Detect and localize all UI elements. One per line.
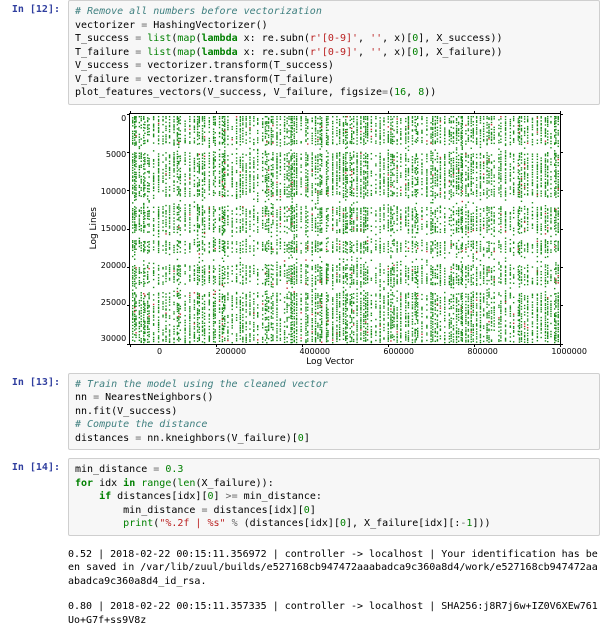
notebook-cell: In [13]:# Train the model using the clea… <box>0 373 600 451</box>
input-prompt: In [12]: <box>0 0 68 105</box>
chart-xticks: 02000004000006000008000001000000 <box>157 347 587 356</box>
code-input[interactable]: # Train the model using the cleaned vect… <box>68 373 600 451</box>
output-row: 0.52 | 2018-02-22 00:15:11.356972 | cont… <box>0 544 600 589</box>
plot-area <box>129 113 561 345</box>
scatter-plot: Log Lines050001000015000200002500030000 0… <box>60 113 600 367</box>
stdout-line: 0.52 | 2018-02-22 00:15:11.356972 | cont… <box>68 544 600 589</box>
input-prompt: In [13]: <box>0 373 68 451</box>
input-prompt: In [14]: <box>0 458 68 536</box>
notebook-cell: In [12]:# Remove all numbers before vect… <box>0 0 600 105</box>
chart-xlabel: Log Vector <box>306 357 354 367</box>
chart-ylabel: Log Lines <box>89 207 99 249</box>
output-row: 0.80 | 2018-02-22 00:15:11.357335 | cont… <box>0 596 600 627</box>
stdout-line: 0.80 | 2018-02-22 00:15:11.357335 | cont… <box>68 596 600 627</box>
code-input[interactable]: min_distance = 0.3 for idx in range(len(… <box>68 458 600 536</box>
notebook-cell: In [14]:min_distance = 0.3 for idx in ra… <box>0 458 600 536</box>
chart-yticks: 050001000015000200002500030000 <box>101 114 129 344</box>
code-input[interactable]: # Remove all numbers before vectorizatio… <box>68 0 600 105</box>
